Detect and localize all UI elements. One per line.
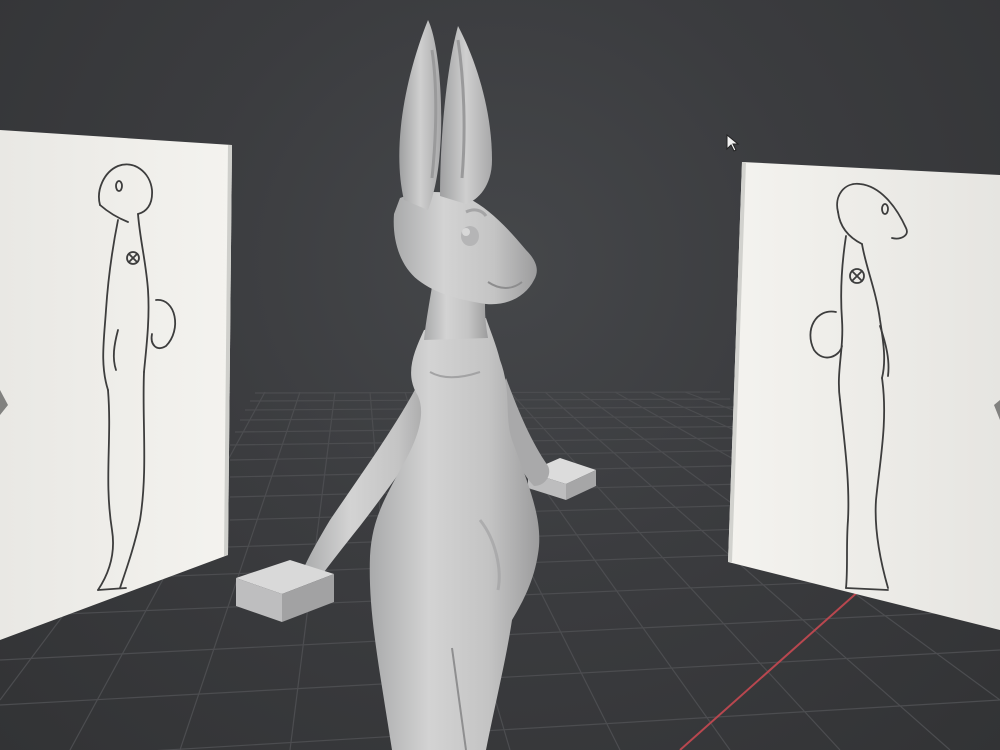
reference-plane-left[interactable] bbox=[0, 130, 232, 640]
rabbit-model[interactable] bbox=[302, 20, 550, 750]
arrow-pointer-icon bbox=[726, 134, 740, 152]
reference-plane-right[interactable] bbox=[728, 162, 1000, 630]
3d-viewport[interactable] bbox=[0, 0, 1000, 750]
x-axis-line bbox=[679, 589, 861, 750]
viewport-scene[interactable] bbox=[0, 0, 1000, 750]
